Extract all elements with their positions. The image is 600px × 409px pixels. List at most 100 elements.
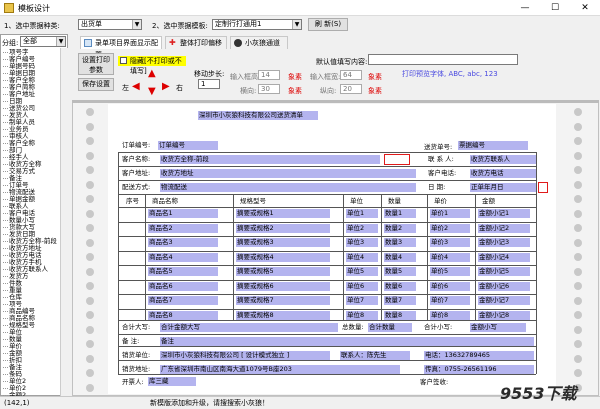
selected-field-small[interactable] — [538, 182, 548, 193]
arrow-right-icon[interactable]: ▶ — [162, 81, 170, 92]
table-cell[interactable]: 数量4 — [384, 253, 416, 262]
fax-field[interactable]: 传真：0755-26561196 — [424, 365, 534, 374]
table-cell[interactable]: 数量7 — [384, 296, 416, 305]
table-cell[interactable]: 单价6 — [430, 282, 470, 291]
table-cell[interactable]: 数量3 — [384, 238, 416, 247]
table-cell[interactable]: 单价4 — [430, 253, 470, 262]
issuer-field[interactable]: 库三藏 — [148, 377, 196, 386]
checkbox-box[interactable] — [120, 57, 127, 64]
table-cell[interactable]: 数量1 — [384, 209, 416, 218]
address-field[interactable]: 收货方地址 — [160, 169, 416, 178]
total-lower-field[interactable]: 金额小写 — [470, 323, 526, 332]
table-cell[interactable]: 单位8 — [346, 311, 378, 320]
table-cell[interactable]: 单位7 — [346, 296, 378, 305]
table-cell[interactable]: 摘要或规格6 — [236, 282, 330, 291]
sender-contact[interactable]: 联系人：陈先生 — [340, 351, 410, 360]
input-width-field[interactable]: 64 — [340, 70, 362, 80]
table-cell[interactable]: 单位3 — [346, 238, 378, 247]
horizontal-field[interactable]: 30 — [258, 84, 280, 94]
tree-line — [3, 331, 8, 333]
sender-field[interactable]: 深圳市小灰狼科技有限公司 [ 设计模式独立 ] — [160, 351, 330, 360]
table-cell[interactable]: 单价8 — [430, 311, 470, 320]
save-setup-button[interactable]: 保存设置 — [78, 78, 114, 91]
sender-addr-field[interactable]: 广东省深圳市南山区南海大道1079号B座203 — [160, 365, 400, 374]
table-cell[interactable]: 摘要或规格1 — [236, 209, 330, 218]
tractor-hole — [86, 355, 94, 363]
input-height-field[interactable]: 14 — [258, 70, 280, 80]
column-header: 商品名称 — [152, 197, 178, 205]
field-list-scrollbar[interactable] — [60, 48, 68, 396]
table-cell[interactable]: 单价3 — [430, 238, 470, 247]
table-cell[interactable]: 金额小记5 — [478, 267, 530, 276]
default-value-input[interactable] — [368, 54, 518, 65]
remark-field[interactable]: 备注 — [160, 337, 534, 346]
table-cell[interactable]: 金额小记1 — [478, 209, 530, 218]
table-cell[interactable]: 金额小记7 — [478, 296, 530, 305]
table-cell[interactable]: 单位2 — [346, 224, 378, 233]
tree-line — [3, 212, 8, 214]
arrow-down-icon[interactable]: ▼ — [148, 86, 156, 97]
selected-field[interactable] — [384, 154, 410, 165]
table-cell[interactable]: 数量2 — [384, 224, 416, 233]
table-cell[interactable]: 金额小记8 — [478, 311, 530, 320]
phone-field[interactable]: 收货方电话 — [470, 169, 536, 178]
order-no-field[interactable]: 订单编号 — [158, 141, 218, 150]
table-cell[interactable]: 金额小记3 — [478, 238, 530, 247]
table-cell[interactable]: 单位5 — [346, 267, 378, 276]
table-cell[interactable]: 摘要或规格4 — [236, 253, 330, 262]
table-cell[interactable]: 金额小记6 — [478, 282, 530, 291]
table-cell[interactable]: 摘要或规格3 — [236, 238, 330, 247]
table-cell[interactable]: 金额小记4 — [478, 253, 530, 262]
table-cell[interactable]: 单位6 — [346, 282, 378, 291]
arrow-left-icon[interactable]: ◀ — [132, 81, 140, 92]
table-cell[interactable]: 单位4 — [346, 253, 378, 262]
close-button[interactable]: ✕ — [570, 0, 600, 16]
table-cell[interactable]: 商品名3 — [148, 238, 218, 247]
arrow-up-icon[interactable]: ▲ — [148, 68, 156, 79]
tab-display-config[interactable]: 录单项目界面显示配置 — [80, 36, 162, 59]
hide-field-checkbox[interactable]: 隐藏[不打印或不填写] — [118, 56, 186, 75]
table-cell[interactable]: 商品名7 — [148, 296, 218, 305]
maximize-button[interactable]: ☐ — [540, 0, 570, 16]
date-field[interactable]: 正单年月日 — [470, 183, 536, 192]
table-cell[interactable]: 摘要或规格2 — [236, 224, 330, 233]
delivery-field[interactable]: 物流配送 — [160, 183, 416, 192]
table-cell[interactable]: 商品名4 — [148, 253, 218, 262]
group-select[interactable]: 全部 ▼ — [20, 36, 66, 47]
table-cell[interactable]: 数量6 — [384, 282, 416, 291]
form-title[interactable]: 深圳市小灰狼科技有限公司送货清单 — [198, 111, 318, 120]
doc-type-select[interactable]: 出货单 ▼ — [78, 19, 142, 30]
total-upper-field[interactable]: 合计金额大写 — [160, 323, 338, 332]
table-cell[interactable]: 单价7 — [430, 296, 470, 305]
table-cell[interactable]: 摘要或规格7 — [236, 296, 330, 305]
table-cell[interactable]: 单位1 — [346, 209, 378, 218]
total-qty-field[interactable]: 合计数量 — [368, 323, 412, 332]
table-cell[interactable]: 商品名5 — [148, 267, 218, 276]
tab-channel[interactable]: 小灰狼通道 — [230, 36, 288, 49]
table-cell[interactable]: 商品名8 — [148, 311, 218, 320]
sender-phone[interactable]: 电话：13632789465 — [424, 351, 534, 360]
table-cell[interactable]: 金额小记2 — [478, 224, 530, 233]
table-cell[interactable]: 单价2 — [430, 224, 470, 233]
row-divider — [118, 207, 536, 208]
table-cell[interactable]: 商品名2 — [148, 224, 218, 233]
contact-field[interactable]: 收货方联系人 — [470, 155, 536, 164]
move-step-input[interactable]: 1 — [198, 79, 220, 89]
vertical-field[interactable]: 20 — [340, 84, 362, 94]
refresh-button[interactable]: 刷 新(S) — [308, 18, 348, 31]
doc-no-field[interactable]: 票据编号 — [458, 141, 528, 150]
table-cell[interactable]: 商品名1 — [148, 209, 218, 218]
tab-print-offset[interactable]: ✚ 整体打印偏移 — [165, 36, 227, 49]
customer-field[interactable]: 收货方全称-前段 — [160, 155, 380, 164]
table-cell[interactable]: 商品名6 — [148, 282, 218, 291]
table-cell[interactable]: 单价5 — [430, 267, 470, 276]
table-cell[interactable]: 数量8 — [384, 311, 416, 320]
table-cell[interactable]: 摘要或规格5 — [236, 267, 330, 276]
minimize-button[interactable]: — — [510, 0, 540, 16]
table-cell[interactable]: 单价1 — [430, 209, 470, 218]
template-select[interactable]: 定制行打通用1 ▼ — [212, 19, 302, 30]
table-cell[interactable]: 摘要或规格8 — [236, 311, 330, 320]
table-cell[interactable]: 数量5 — [384, 267, 416, 276]
setup-print-button[interactable]: 设置打印参数 — [78, 53, 114, 75]
field-list[interactable]: 项号字 客户编号 单据号码 单据日期 客户全称 客户简称 客户地址 日期 送货公司 发货人 制单人员… — [0, 34, 68, 399]
